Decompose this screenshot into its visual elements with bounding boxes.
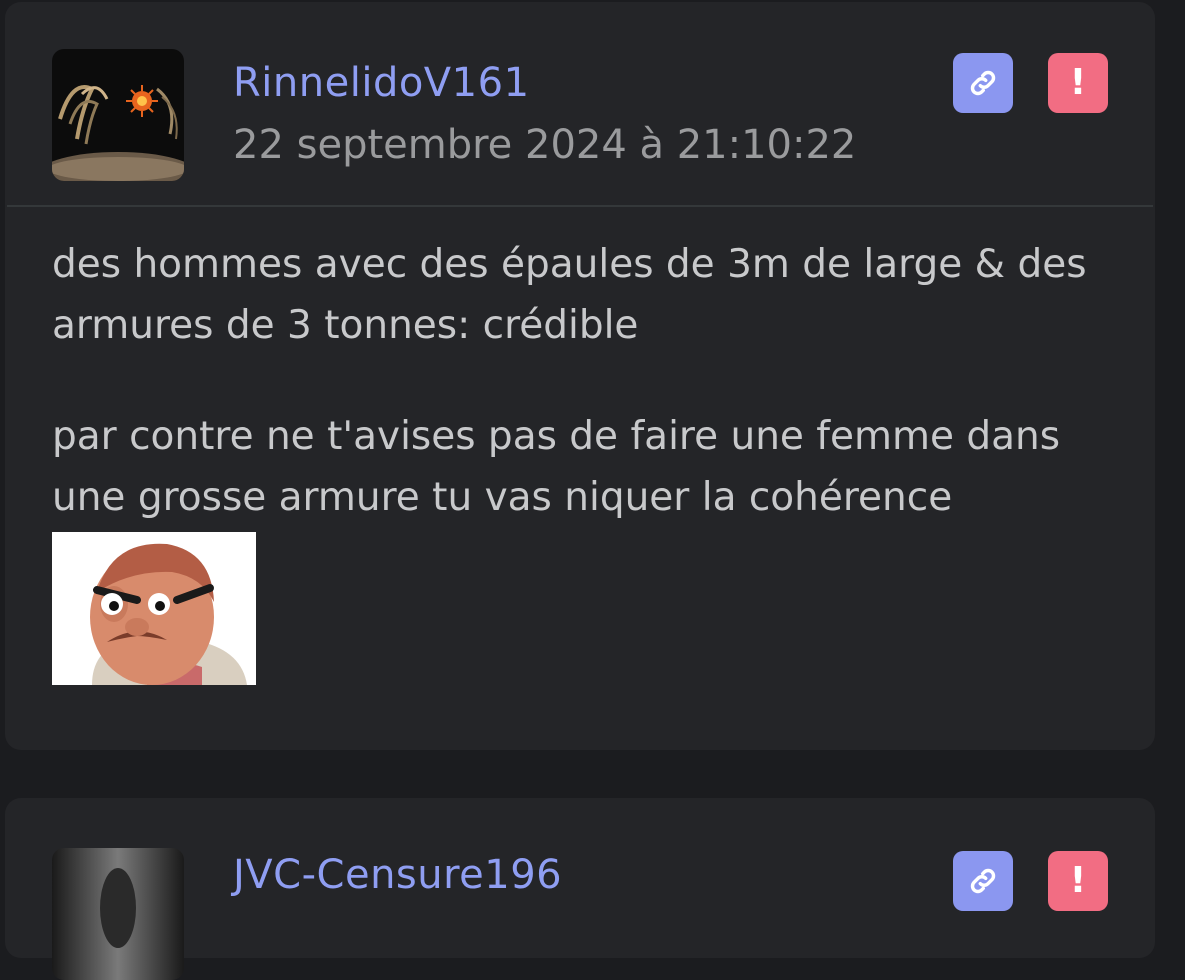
divider: [7, 205, 1153, 207]
exclamation-icon: !: [1069, 860, 1087, 901]
post-date: 22 septembre 2024 à 21:10:22: [233, 122, 857, 168]
permalink-button[interactable]: [953, 851, 1013, 911]
report-button[interactable]: !: [1048, 851, 1108, 911]
post-paragraph: par contre ne t'avises pas de faire une …: [52, 414, 1061, 520]
sticker-image: [52, 532, 256, 685]
username[interactable]: RinnelidoV161: [233, 60, 530, 106]
forum-post: RinnelidoV161 22 septembre 2024 à 21:10:…: [5, 2, 1155, 750]
avatar[interactable]: [52, 848, 184, 980]
avatar-image: [52, 49, 184, 181]
permalink-button[interactable]: [953, 53, 1013, 113]
forum-post: JVC-Censure196 !: [5, 798, 1155, 980]
post-paragraph: des hommes avec des épaules de 3m de lar…: [52, 242, 1087, 348]
link-icon: [970, 70, 996, 96]
avatar-image: [52, 848, 184, 980]
post-content: des hommes avec des épaules de 3m de lar…: [52, 234, 1112, 528]
link-icon: [970, 868, 996, 894]
avatar[interactable]: [52, 49, 184, 181]
username[interactable]: JVC-Censure196: [233, 852, 562, 898]
exclamation-icon: !: [1069, 62, 1087, 103]
report-button[interactable]: !: [1048, 53, 1108, 113]
